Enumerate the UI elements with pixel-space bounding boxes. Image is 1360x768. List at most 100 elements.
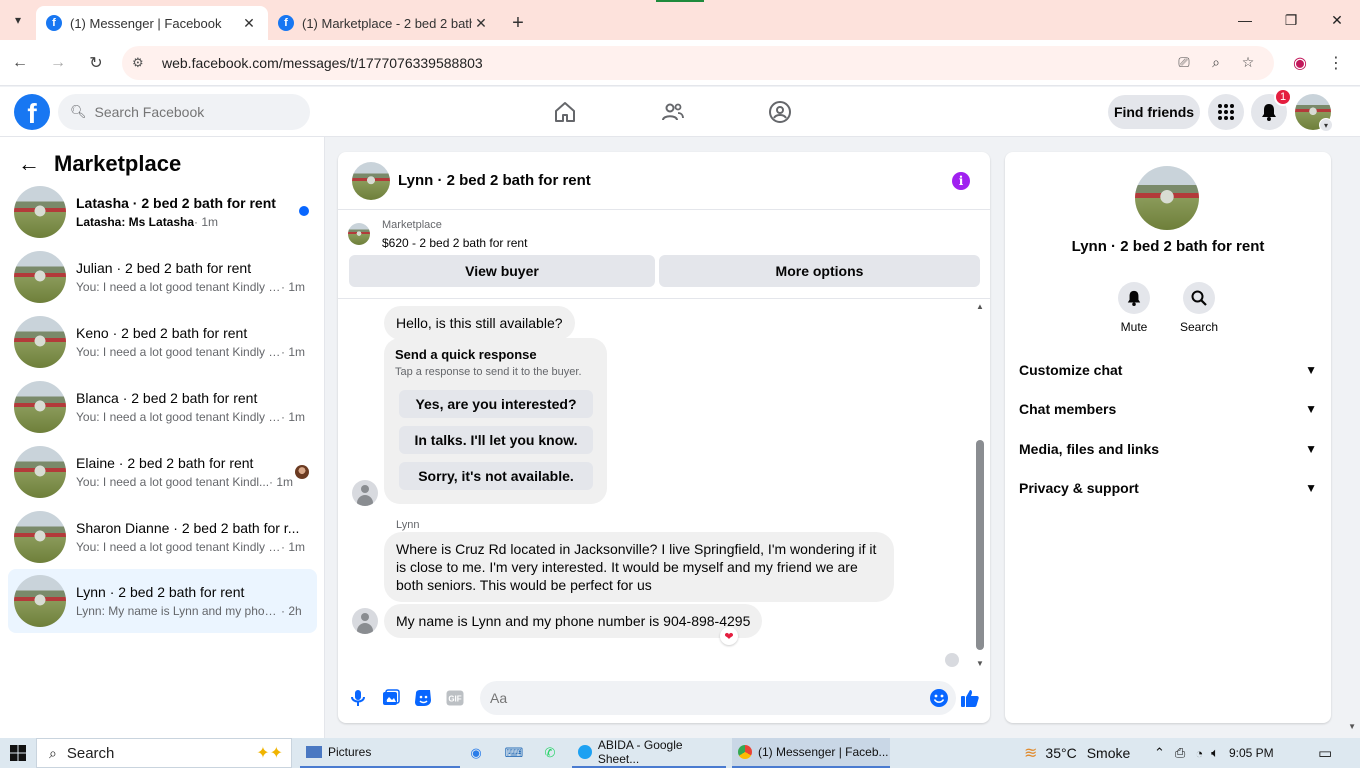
sender-avatar[interactable] bbox=[352, 608, 378, 634]
friends-icon[interactable] bbox=[658, 97, 688, 127]
sender-name: Lynn bbox=[396, 519, 420, 531]
back-arrow-icon[interactable]: ← bbox=[18, 151, 40, 177]
browser-tab-strip: ▾ f (1) Messenger | Facebook ✕ f (1) Mar… bbox=[0, 0, 1360, 40]
details-avatar[interactable] bbox=[1135, 166, 1199, 230]
taskbar-messenger[interactable]: (1) Messenger | Faceb... bbox=[732, 738, 890, 768]
new-tab-button[interactable]: + bbox=[500, 6, 536, 40]
heart-reaction-icon[interactable]: ❤ bbox=[720, 627, 738, 645]
tab-marketplace[interactable]: f (1) Marketplace - 2 bed 2 bath f ✕ bbox=[268, 6, 500, 40]
chat-avatar[interactable] bbox=[352, 161, 390, 200]
chat-members-row[interactable]: Chat members ▼ bbox=[1019, 391, 1317, 427]
browser-menu-icon[interactable]: ⋮ bbox=[1318, 53, 1354, 73]
emoji-icon[interactable] bbox=[930, 689, 948, 707]
privacy-support-row[interactable]: Privacy & support ▼ bbox=[1019, 470, 1317, 506]
conversation-item[interactable]: Keno · 2 bed 2 bath for rent You: I need… bbox=[8, 310, 317, 374]
facebook-search[interactable]: 🔍︎ bbox=[58, 94, 310, 130]
groups-icon[interactable] bbox=[765, 97, 795, 127]
facebook-search-input[interactable] bbox=[94, 104, 295, 120]
conversation-snippet: You: I need a lot good tenant Kindly s..… bbox=[76, 410, 281, 424]
device-icon[interactable]: ⎙ bbox=[1175, 745, 1185, 761]
mute-button[interactable]: Mute bbox=[1104, 282, 1164, 334]
omnibox[interactable]: ⚙ web.facebook.com/messages/t/1777076339… bbox=[122, 45, 1274, 80]
quick-response-option[interactable]: Sorry, it's not available. bbox=[399, 462, 593, 490]
home-icon[interactable] bbox=[550, 97, 580, 127]
marketplace-sidebar: ← Marketplace Latasha · 2 bed 2 bath for… bbox=[0, 137, 325, 738]
view-buyer-button[interactable]: View buyer bbox=[349, 255, 655, 287]
quick-response-option[interactable]: Yes, are you interested? bbox=[399, 390, 593, 418]
gif-icon[interactable]: GIF bbox=[445, 688, 465, 708]
search-in-chat-button[interactable]: Search bbox=[1169, 282, 1229, 334]
tab-search-icon[interactable]: ▾ bbox=[0, 0, 36, 40]
listing-thumbnail bbox=[348, 223, 370, 245]
conversation-time: · 1m bbox=[281, 280, 305, 294]
install-app-icon[interactable]: ⎚ bbox=[1168, 54, 1200, 71]
unread-dot-icon bbox=[299, 206, 309, 216]
close-tab-icon[interactable]: ✕ bbox=[240, 15, 258, 32]
reload-icon[interactable]: ↻ bbox=[78, 45, 114, 81]
conversation-item[interactable]: Latasha · 2 bed 2 bath for rent Latasha:… bbox=[8, 180, 317, 244]
volume-icon[interactable]: 🔈︎ bbox=[1211, 745, 1219, 761]
message-input[interactable] bbox=[490, 690, 910, 706]
wifi-icon[interactable]: ◔ bbox=[1195, 746, 1203, 761]
chat-title[interactable]: Lynn · 2 bed 2 bath for rent bbox=[398, 172, 591, 189]
quick-response-option[interactable]: In talks. I'll let you know. bbox=[399, 426, 593, 454]
conversation-name: Keno · 2 bed 2 bath for rent bbox=[76, 325, 248, 341]
whatsapp-icon[interactable]: ✆ bbox=[541, 744, 559, 762]
microphone-icon[interactable] bbox=[348, 688, 368, 708]
scroll-down-icon[interactable]: ▼ bbox=[976, 659, 984, 668]
windows-taskbar: ⌕ Search ✦✦ Pictures ◉ ⌨ ✆ ABIDA - Googl… bbox=[0, 738, 1360, 768]
conversation-name: Julian · 2 bed 2 bath for rent bbox=[76, 260, 252, 276]
message-composer: GIF bbox=[338, 674, 990, 723]
taskbar-google-sheets[interactable]: ABIDA - Google Sheet... bbox=[572, 738, 726, 768]
scroll-up-icon[interactable]: ▲ bbox=[976, 302, 984, 311]
quick-response-title: Send a quick response bbox=[395, 347, 537, 362]
customize-chat-row[interactable]: Customize chat ▼ bbox=[1019, 352, 1317, 388]
info-icon[interactable]: i bbox=[952, 172, 970, 190]
forward-icon[interactable]: → bbox=[40, 45, 76, 81]
sender-avatar[interactable] bbox=[352, 480, 378, 506]
menu-grid-icon[interactable] bbox=[1208, 94, 1244, 130]
account-avatar[interactable]: ▾ bbox=[1295, 94, 1333, 132]
weather-widget[interactable]: ≋ 35°C Smoke bbox=[1024, 738, 1130, 768]
conversation-item-selected[interactable]: Lynn · 2 bed 2 bath for rent Lynn: My na… bbox=[8, 569, 317, 633]
maximize-icon[interactable]: ❐ bbox=[1268, 0, 1314, 40]
facebook-logo-icon[interactable]: f bbox=[14, 94, 50, 130]
windows-start-icon[interactable] bbox=[0, 738, 36, 768]
zoom-icon[interactable]: ⌕ bbox=[1200, 54, 1232, 71]
thumbs-up-icon[interactable] bbox=[960, 688, 980, 708]
sticker-icon[interactable] bbox=[413, 688, 433, 708]
message-scrollbar[interactable]: ▲ ▼ bbox=[974, 302, 986, 668]
site-info-icon[interactable]: ⚙ bbox=[132, 55, 156, 71]
keyboard-icon[interactable]: ⌨ bbox=[505, 744, 524, 762]
close-tab-icon[interactable]: ✕ bbox=[472, 15, 490, 32]
scrollbar-thumb[interactable] bbox=[976, 440, 984, 650]
weather-condition: Smoke bbox=[1086, 745, 1131, 761]
taskbar-search-label: Search bbox=[66, 744, 115, 762]
minimize-icon[interactable]: — bbox=[1222, 0, 1268, 40]
taskbar-pictures[interactable]: Pictures bbox=[300, 738, 460, 768]
listing-price[interactable]: $620 - 2 bed 2 bath for rent bbox=[382, 236, 527, 250]
tray-chevron-up-icon[interactable]: ⌃ bbox=[1154, 745, 1165, 761]
more-options-button[interactable]: More options bbox=[659, 255, 980, 287]
close-window-icon[interactable]: ✕ bbox=[1314, 0, 1360, 40]
edge-browser-icon[interactable]: ◉ bbox=[467, 744, 485, 762]
notification-badge: 1 bbox=[1274, 88, 1293, 106]
back-icon[interactable]: ← bbox=[2, 45, 38, 81]
tab-messenger[interactable]: f (1) Messenger | Facebook ✕ bbox=[36, 6, 268, 40]
media-files-links-row[interactable]: Media, files and links ▼ bbox=[1019, 431, 1317, 467]
conversation-item[interactable]: Elaine · 2 bed 2 bath for rent You: I ne… bbox=[8, 440, 317, 504]
conversation-item[interactable]: Blanca · 2 bed 2 bath for rent You: I ne… bbox=[8, 375, 317, 439]
url-text[interactable]: web.facebook.com/messages/t/177707633958… bbox=[162, 55, 1168, 71]
conversation-item[interactable]: Sharon Dianne · 2 bed 2 bath for r... Yo… bbox=[8, 505, 317, 569]
message-input-box[interactable] bbox=[480, 681, 956, 715]
bookmark-star-icon[interactable]: ☆ bbox=[1232, 54, 1264, 71]
browser-profile-icon[interactable]: ◉ bbox=[1282, 53, 1318, 73]
clock[interactable]: 9:05 PM bbox=[1229, 746, 1274, 760]
conversation-item[interactable]: Julian · 2 bed 2 bath for rent You: I ne… bbox=[8, 245, 317, 309]
section-label: Media, files and links bbox=[1019, 441, 1160, 457]
find-friends-button[interactable]: Find friends bbox=[1108, 95, 1200, 129]
notification-center-icon[interactable]: ▭ bbox=[1318, 738, 1332, 768]
photo-icon[interactable] bbox=[381, 688, 401, 708]
taskbar-search[interactable]: ⌕ Search ✦✦ bbox=[36, 738, 292, 768]
page-scroll-down-icon[interactable]: ▼ bbox=[1348, 722, 1356, 731]
